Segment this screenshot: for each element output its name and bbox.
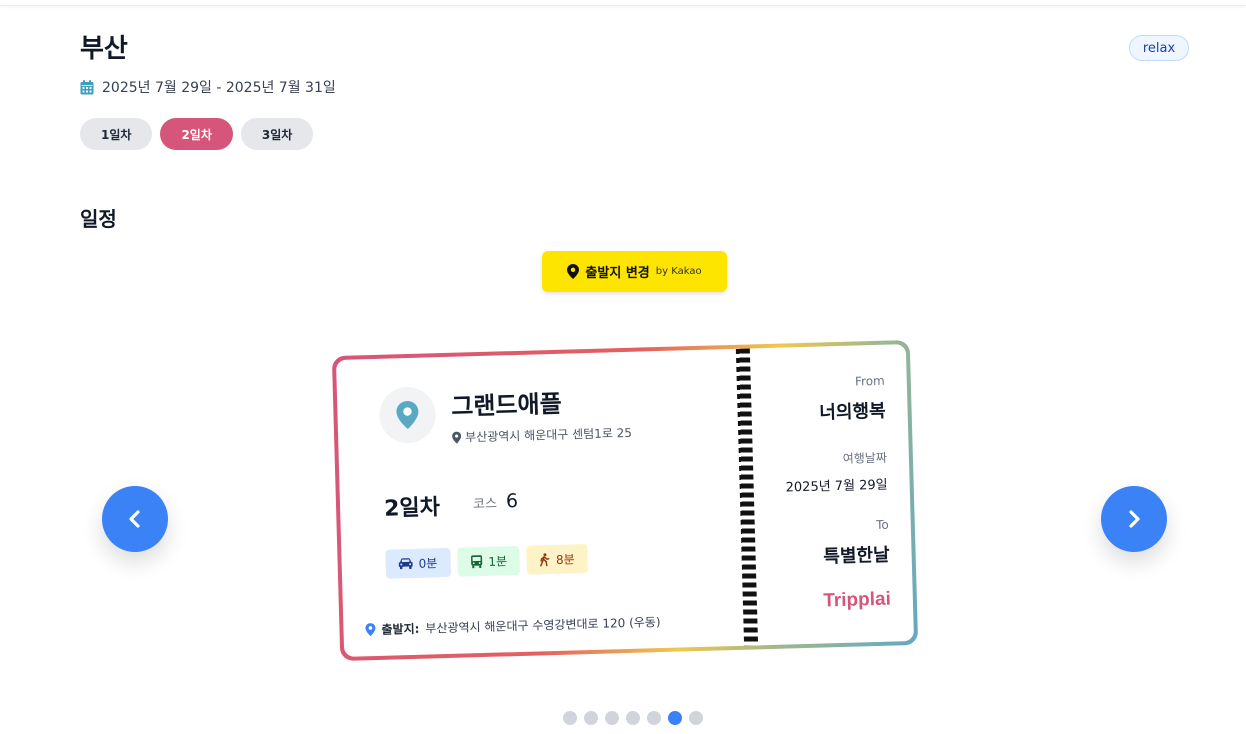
chevron-left-icon: [129, 510, 140, 528]
page-title: 부산: [80, 34, 128, 64]
carousel-prev-button[interactable]: [102, 486, 168, 552]
ticket-body: 그랜드애플 부산광역시 해운대구 센텀1로 25 2일차 코스 6 0분 1분 …: [335, 344, 915, 657]
place-address: 부산광역시 해운대구 센텀1로 25: [452, 424, 632, 446]
bus-icon: [470, 555, 482, 569]
small-pin-icon: [452, 431, 462, 444]
walk-time-chip: 8분: [526, 544, 589, 575]
tab-day-2[interactable]: 2일차: [160, 118, 233, 150]
ticket-stub: From 너의행복 여행날짜 2025년 7월 29일 To 특별한날 Trip…: [754, 345, 891, 612]
trip-date-range: 2025년 7월 29일 - 2025년 7월 31일: [80, 77, 336, 97]
change-origin-button[interactable]: 출발지 변경 by Kakao: [542, 251, 727, 292]
place-name: 그랜드애플: [450, 389, 563, 421]
transport-times: 0분 1분 8분: [385, 544, 589, 579]
walking-icon: [540, 553, 550, 567]
travel-date-label: 여행날짜: [842, 450, 888, 466]
course-info: 코스 6: [472, 489, 519, 513]
to-value: 특별한날: [823, 544, 890, 568]
page-dot-4[interactable]: [626, 711, 640, 725]
origin-info: 출발지: 부산광역시 해운대구 수영강변대로 120 (우동): [365, 613, 661, 638]
course-number: 6: [505, 489, 519, 513]
ticket-gradient-border: 그랜드애플 부산광역시 해운대구 센텀1로 25 2일차 코스 6 0분 1분 …: [331, 339, 919, 662]
ticket-perforation: [735, 348, 759, 646]
date-range-text: 2025년 7월 29일 - 2025년 7월 31일: [102, 80, 336, 96]
location-pin-icon: [396, 401, 419, 430]
car-time-chip: 0분: [385, 547, 451, 579]
tab-day-1[interactable]: 1일차: [80, 118, 153, 150]
tripplai-logo: Tripplai: [823, 588, 892, 612]
origin-address: 부산광역시 해운대구 수영강변대로 120 (우동): [425, 615, 661, 636]
kakao-attribution: by Kakao: [655, 266, 702, 277]
car-icon: [398, 558, 413, 570]
page-dot-2[interactable]: [584, 711, 598, 725]
page-dot-3[interactable]: [605, 711, 619, 725]
walk-time: 8분: [555, 552, 575, 567]
page-dot-5[interactable]: [647, 711, 661, 725]
day-tabs: 1일차 2일차 3일차: [80, 118, 314, 150]
course-label: 코스: [472, 496, 498, 513]
carousel-pagination: [563, 711, 703, 725]
origin-pin-icon: [365, 623, 376, 637]
from-label: From: [854, 373, 885, 389]
from-value: 너의행복: [819, 400, 886, 424]
bus-time-chip: 1분: [456, 545, 521, 577]
mood-badge: relax: [1129, 35, 1189, 61]
page-dot-6[interactable]: [668, 711, 682, 725]
carousel-next-button[interactable]: [1101, 486, 1167, 552]
travel-date-value: 2025년 7월 29일: [785, 477, 888, 496]
chevron-right-icon: [1129, 510, 1140, 528]
to-label: To: [875, 517, 889, 532]
page-dot-7[interactable]: [689, 711, 703, 725]
change-origin-label: 출발지 변경: [585, 266, 650, 281]
top-divider: [0, 0, 1246, 6]
bus-time: 1분: [488, 554, 508, 569]
page-dot-1[interactable]: [563, 711, 577, 725]
origin-label: 출발지:: [381, 621, 420, 637]
map-pin-icon: [567, 264, 580, 279]
itinerary-ticket-card[interactable]: 그랜드애플 부산광역시 해운대구 센텀1로 25 2일차 코스 6 0분 1분 …: [331, 339, 919, 662]
tab-day-3[interactable]: 3일차: [240, 118, 314, 150]
place-address-text: 부산광역시 해운대구 센텀1로 25: [464, 425, 633, 445]
car-time: 0분: [418, 556, 438, 571]
schedule-section-title: 일정: [80, 207, 117, 231]
place-icon-circle: [378, 386, 437, 444]
calendar-icon: [80, 79, 94, 94]
ticket-day-label: 2일차: [383, 495, 441, 522]
